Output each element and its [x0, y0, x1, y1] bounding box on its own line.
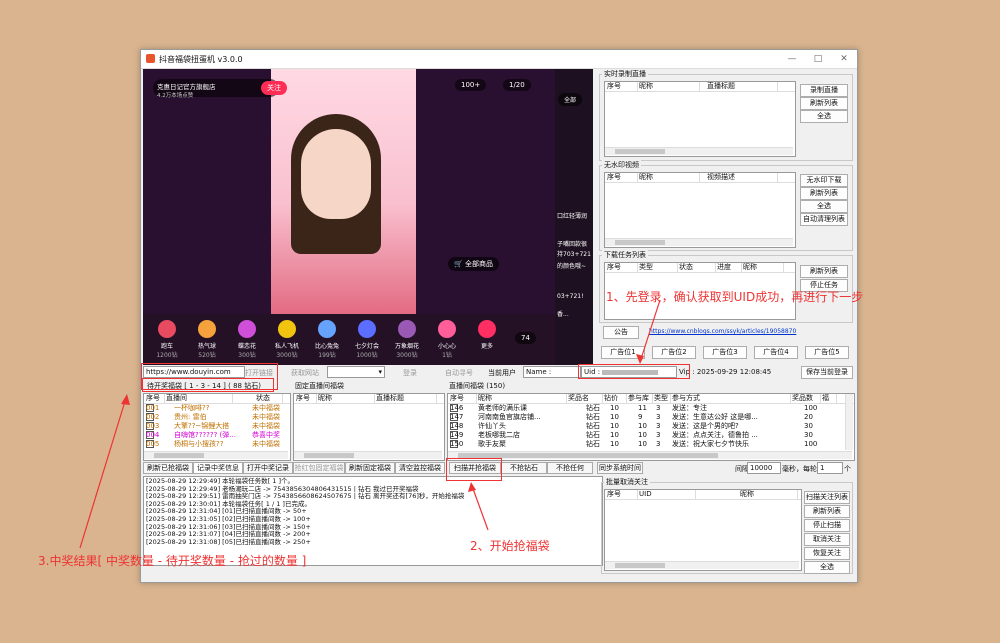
annotation-arrows	[79, 299, 661, 549]
